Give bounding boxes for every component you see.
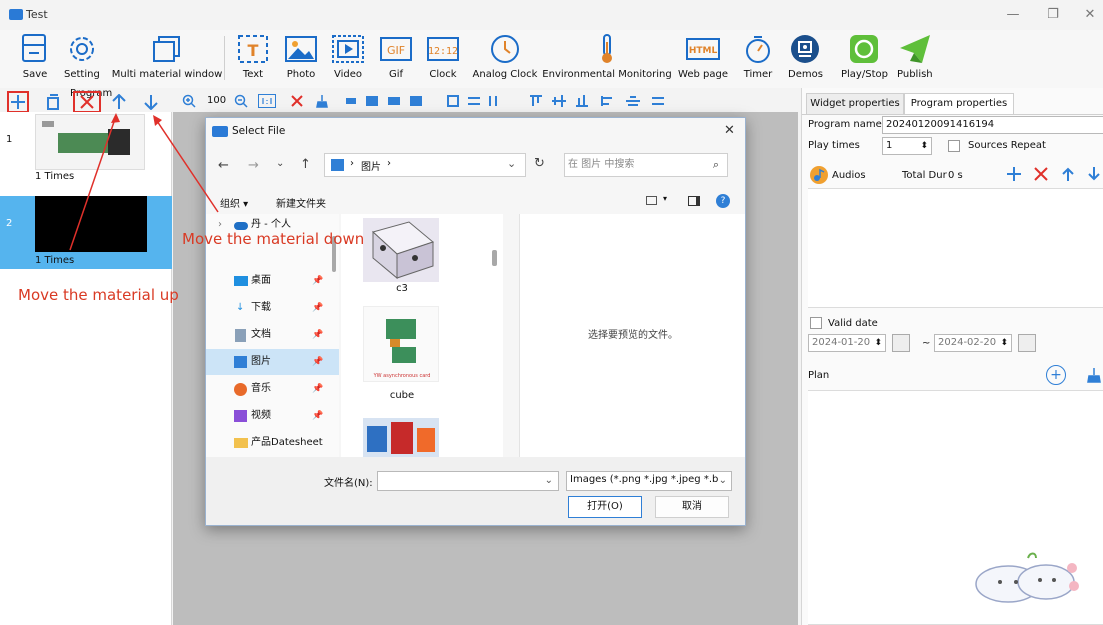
annotation-arrowhead: [153, 115, 162, 126]
annotation-move-up: Move the material up: [18, 286, 179, 304]
annotation-arrow-up: [69, 115, 117, 251]
app-window: Test — ❐ ✕ Save Setting Multi material w…: [0, 0, 1103, 625]
annotation-move-down: Move the material down: [182, 230, 365, 248]
annotation-arrowhead: [111, 113, 120, 123]
annotation-arrow-down: [154, 117, 219, 213]
annotation-overlay: [69, 113, 219, 251]
